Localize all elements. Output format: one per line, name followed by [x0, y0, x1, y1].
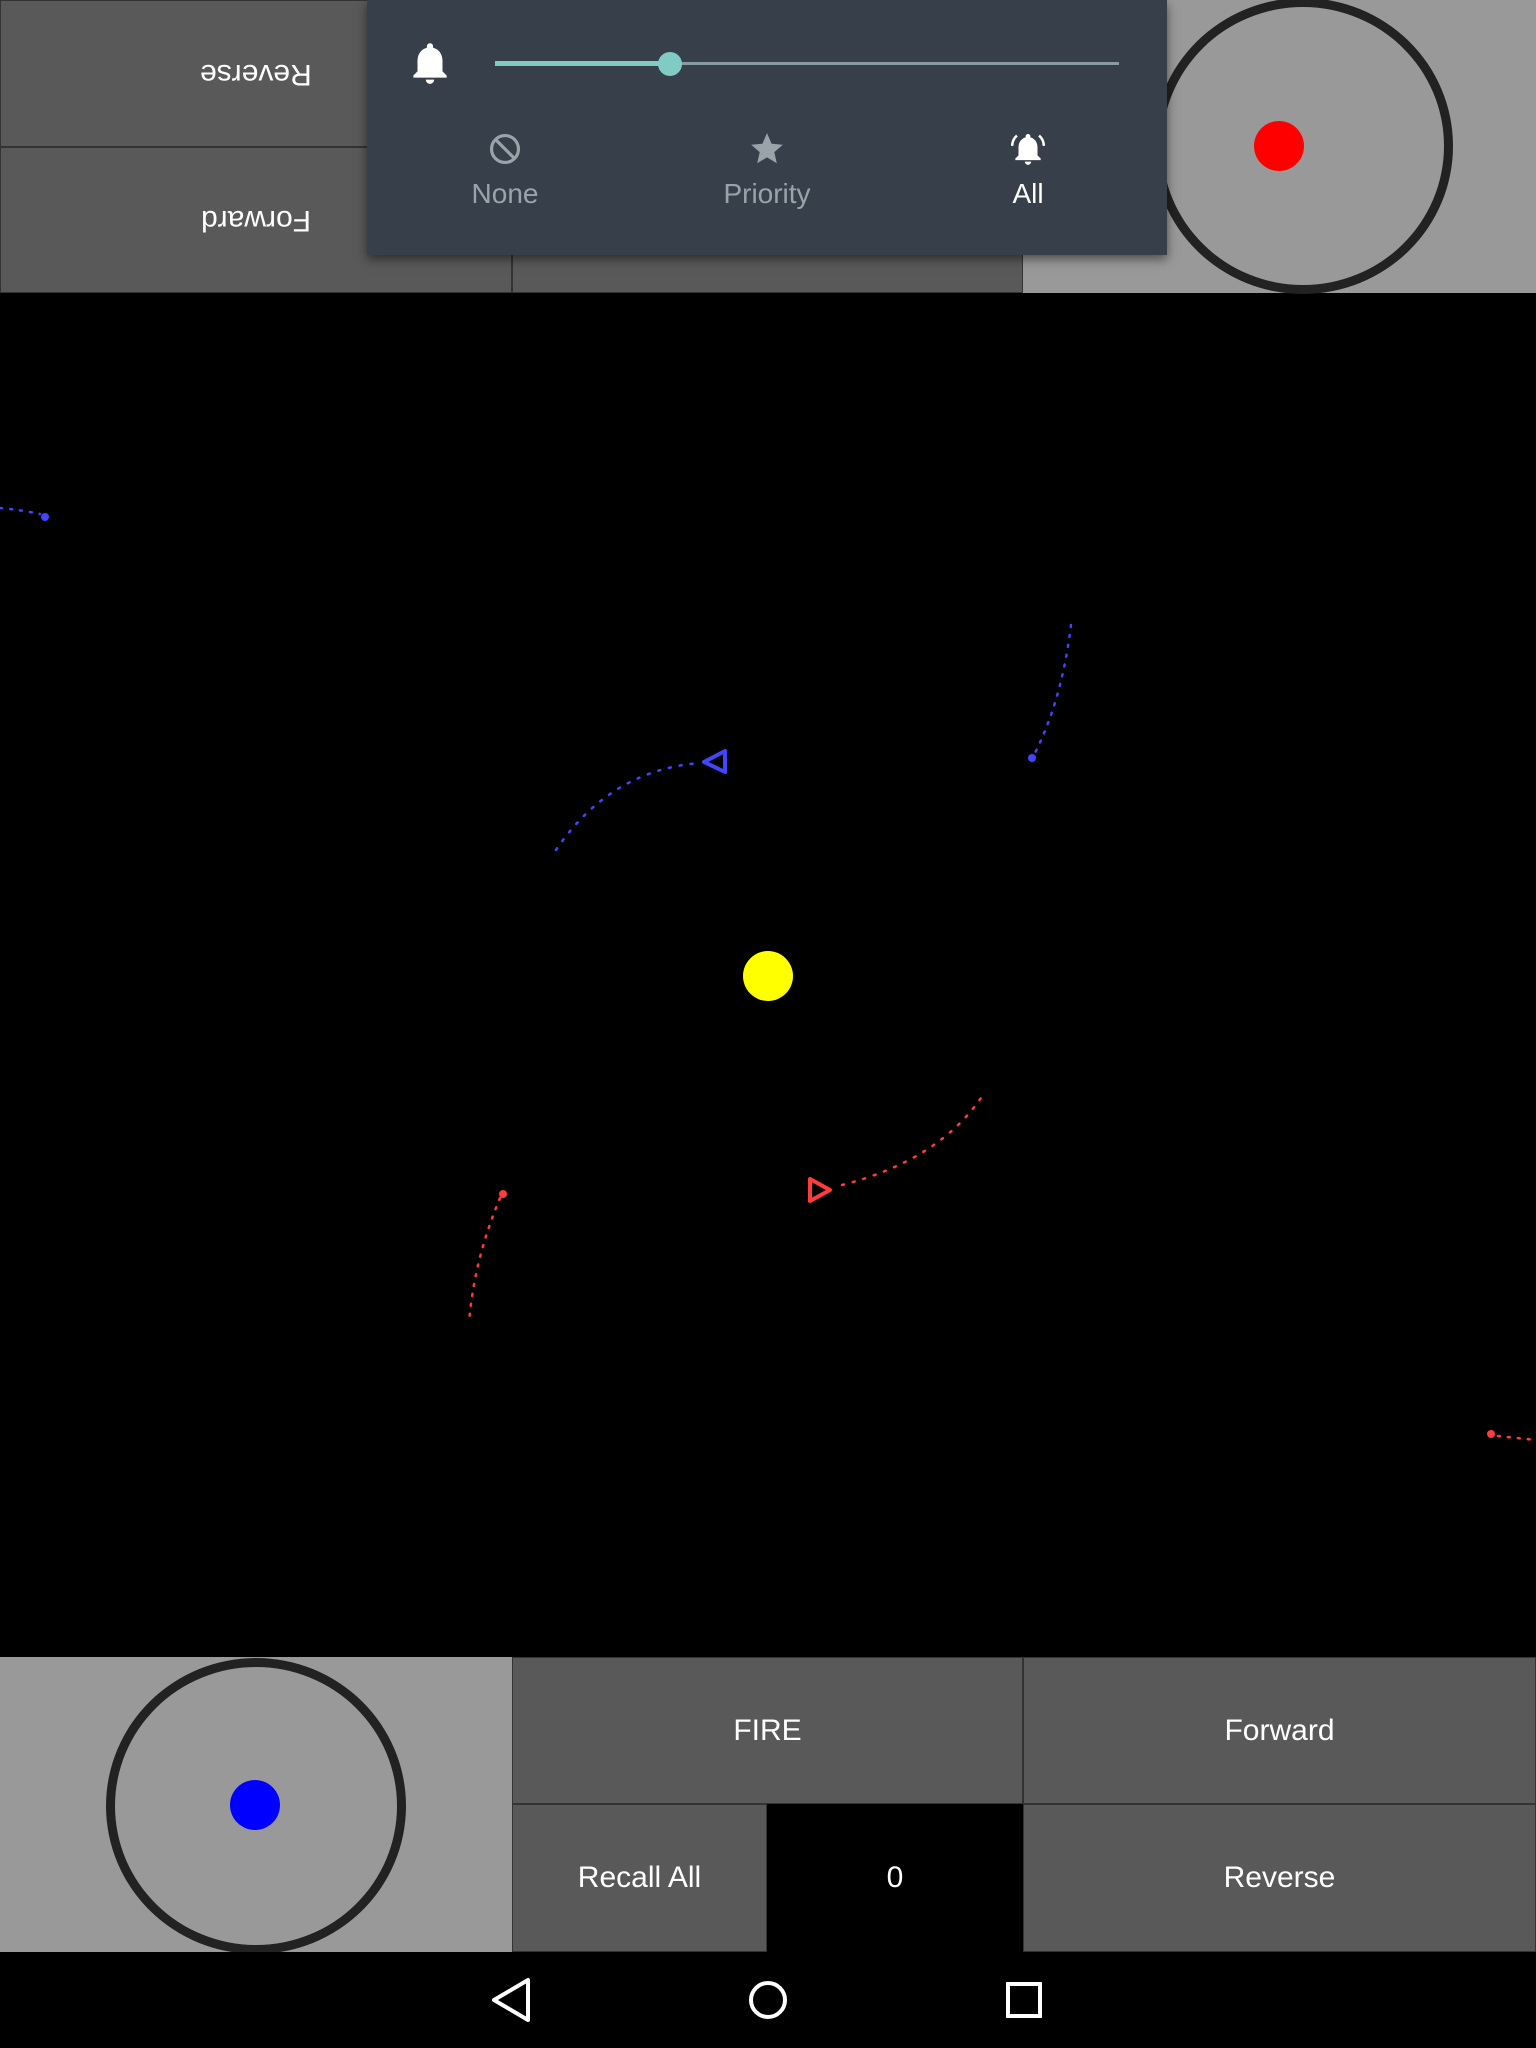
score-display: 0	[767, 1804, 1023, 1952]
reverse-button[interactable]: Reverse	[1023, 1804, 1536, 1952]
red-ship	[808, 1177, 832, 1203]
blue-bullet-trail	[0, 506, 42, 516]
top-joystick-knob[interactable]	[1254, 121, 1304, 171]
bottom-joystick-panel[interactable]	[0, 1657, 512, 1954]
bell-icon	[413, 43, 447, 84]
mode-all-label: All	[1012, 178, 1044, 209]
red-bullet	[499, 1190, 507, 1198]
bell-ring-icon	[1010, 133, 1046, 165]
home-icon[interactable]	[738, 1970, 798, 2030]
volume-slider-thumb[interactable]	[657, 52, 682, 76]
navigation-bar	[0, 1952, 1536, 2048]
bottom-joystick-knob[interactable]	[230, 1780, 280, 1830]
play-field	[0, 506, 1536, 1442]
volume-slider[interactable]	[495, 52, 1119, 76]
fire-button[interactable]: FIRE	[512, 1657, 1023, 1804]
mode-priority-label: Priority	[723, 178, 811, 209]
red-ship-trail	[840, 1093, 985, 1187]
sun	[743, 951, 793, 1001]
red-bullet-trail	[1496, 1434, 1536, 1442]
top-reverse-label: Reverse	[200, 57, 312, 91]
blue-bullet	[1028, 754, 1036, 762]
mode-all-option[interactable]: All	[928, 130, 1128, 230]
recents-icon[interactable]	[994, 1970, 1054, 2030]
mode-none-label: None	[471, 178, 539, 209]
recall-all-button[interactable]: Recall All	[512, 1804, 767, 1952]
blue-bullet-trail	[1032, 623, 1073, 757]
volume-slider-fill	[495, 61, 670, 66]
back-icon[interactable]	[482, 1970, 542, 2030]
top-forward-label: Forward	[200, 204, 312, 237]
blue-bullet	[41, 513, 49, 521]
star-icon	[751, 133, 783, 164]
red-bullet-trail	[467, 1196, 502, 1325]
forward-button[interactable]: Forward	[1023, 1657, 1536, 1804]
red-bullet	[1487, 1430, 1495, 1438]
notification-volume-panel: None Priority All	[367, 0, 1167, 255]
mode-priority-option[interactable]: Priority	[667, 130, 867, 230]
blue-ship	[702, 749, 727, 774]
blue-ship-trail	[554, 761, 702, 852]
block-icon	[489, 133, 521, 165]
mode-none-option[interactable]: None	[405, 130, 605, 230]
